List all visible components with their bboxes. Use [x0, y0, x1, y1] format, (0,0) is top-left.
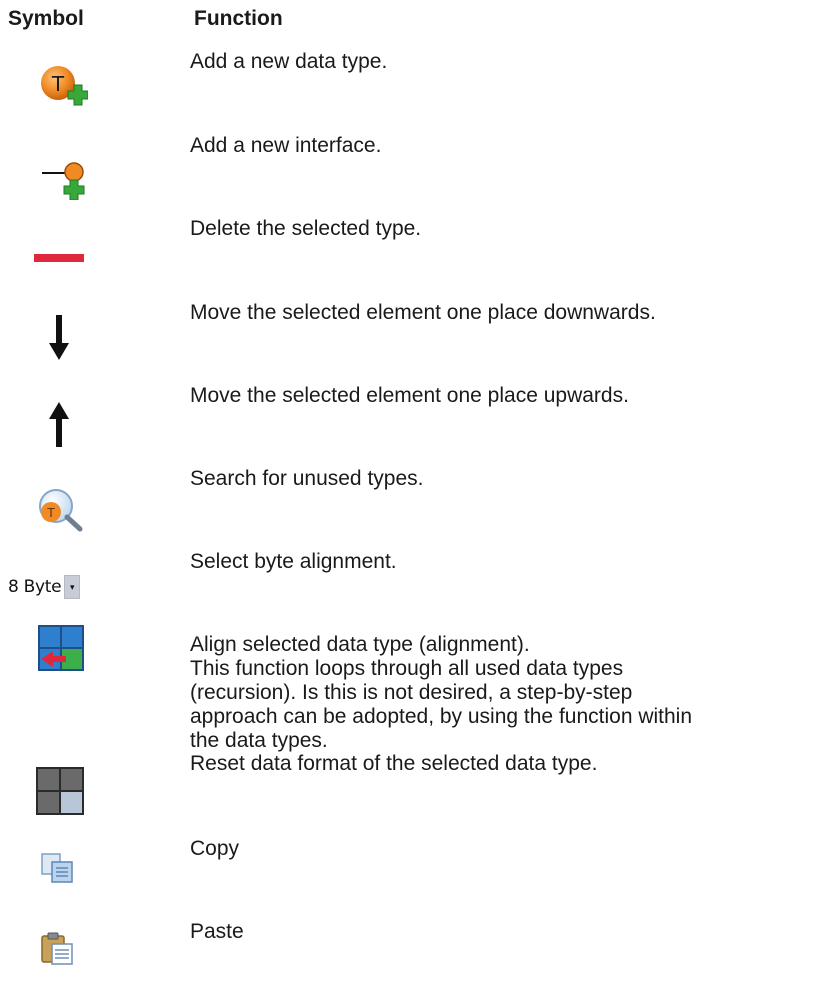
- add-interface-icon: [36, 160, 88, 200]
- function-text: Add a new data type.: [190, 50, 388, 73]
- arrow-down-icon: [47, 315, 71, 360]
- function-text: Delete the selected type.: [190, 217, 422, 240]
- add-data-type-icon: T: [38, 63, 88, 113]
- svg-text:T: T: [46, 506, 55, 520]
- byte-alignment-select[interactable]: 8 Byte ▾: [8, 572, 81, 602]
- copy-icon: [40, 852, 76, 884]
- function-text: Select byte alignment.: [190, 550, 397, 573]
- align-data-type-icon: [38, 625, 84, 671]
- function-text: Move the selected element one place down…: [190, 301, 656, 324]
- search-unused-types-icon: T: [34, 486, 86, 532]
- reset-data-format-icon: [36, 767, 84, 815]
- svg-text:T: T: [51, 72, 65, 96]
- function-text: Search for unused types.: [190, 467, 424, 490]
- function-text: Reset data format of the selected data t…: [190, 752, 598, 775]
- function-text: Align selected data type (alignment). Th…: [190, 633, 693, 752]
- paste-icon: [40, 932, 76, 966]
- function-text: Move the selected element one place upwa…: [190, 384, 629, 407]
- byte-alignment-value: 8 Byte: [8, 577, 62, 597]
- chevron-down-icon[interactable]: ▾: [64, 575, 81, 599]
- function-text: Copy: [190, 837, 240, 860]
- arrow-up-icon: [47, 402, 71, 447]
- delete-icon: [34, 253, 84, 263]
- function-text: Add a new interface.: [190, 134, 382, 157]
- function-column-header: Function: [194, 7, 283, 30]
- function-text: Paste: [190, 920, 244, 943]
- symbol-column-header: Symbol: [8, 7, 84, 30]
